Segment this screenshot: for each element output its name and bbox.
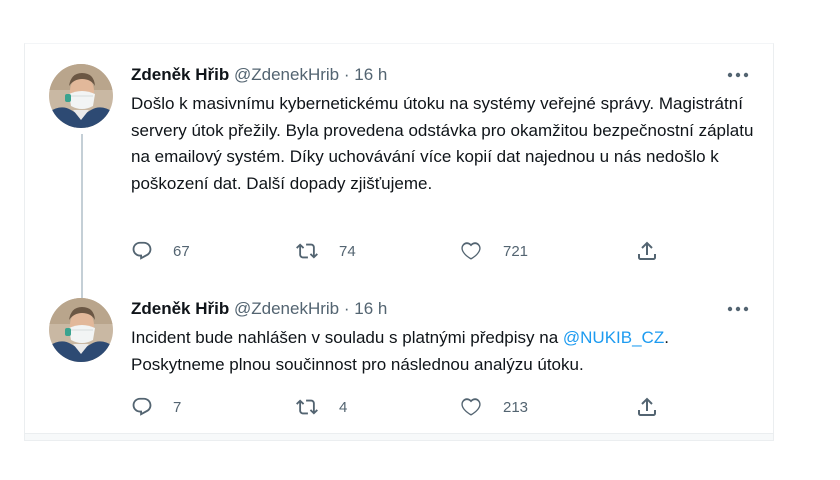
reply-count: 7 — [173, 398, 182, 416]
share-icon — [635, 239, 659, 263]
tweet-thread-card: Zdeněk Hřib @ZdenekHrib · 16 h Došlo k m… — [24, 43, 774, 441]
retweet-icon — [295, 240, 319, 262]
avatar[interactable] — [49, 64, 113, 128]
reply-button[interactable]: 67 — [131, 238, 190, 264]
heart-icon — [459, 240, 483, 262]
mention-link[interactable]: @NUKIB_CZ — [563, 328, 664, 347]
tweet-text: Incident bude nahlášen v souladu s platn… — [131, 325, 761, 378]
like-count: 721 — [503, 242, 529, 260]
retweet-count: 74 — [339, 242, 356, 260]
share-button[interactable] — [635, 238, 659, 264]
retweet-count: 4 — [339, 398, 348, 416]
like-count: 213 — [503, 398, 529, 416]
author-name[interactable]: Zdeněk Hřib — [131, 299, 229, 318]
reply-icon — [131, 396, 153, 418]
more-options-button[interactable] — [727, 64, 749, 86]
meta-separator: · — [343, 65, 350, 84]
author-name[interactable]: Zdeněk Hřib — [131, 65, 229, 84]
tweet-time[interactable]: 16 h — [354, 299, 387, 318]
tweet-text-part: Incident bude nahlášen v souladu s platn… — [131, 328, 563, 347]
like-button[interactable]: 721 — [459, 238, 528, 264]
avatar[interactable] — [49, 298, 113, 362]
reply-count: 67 — [173, 242, 190, 260]
reply-button[interactable]: 7 — [131, 394, 181, 420]
ellipsis-icon — [727, 72, 749, 78]
heart-icon — [459, 396, 483, 418]
tweet-actions: 7 4 213 — [131, 394, 691, 420]
tweet-text: Došlo k masivnímu kybernetickému útoku n… — [131, 94, 754, 193]
meta-separator: · — [343, 299, 350, 318]
author-handle[interactable]: @ZdenekHrib — [234, 299, 339, 318]
retweet-icon — [295, 396, 319, 418]
ellipsis-icon — [727, 306, 749, 312]
retweet-button[interactable]: 4 — [295, 394, 347, 420]
more-options-button[interactable] — [727, 298, 749, 320]
author-handle[interactable]: @ZdenekHrib — [234, 65, 339, 84]
tweet-actions: 67 74 721 — [131, 238, 691, 264]
like-button[interactable]: 213 — [459, 394, 528, 420]
share-icon — [635, 395, 659, 419]
share-button[interactable] — [635, 394, 659, 420]
reply-icon — [131, 240, 153, 262]
retweet-button[interactable]: 74 — [295, 238, 356, 264]
tweet-time[interactable]: 16 h — [354, 65, 387, 84]
card-bottom-divider — [25, 433, 773, 440]
tweet-header: Zdeněk Hřib @ZdenekHrib · 16 h — [131, 298, 387, 320]
tweet-header: Zdeněk Hřib @ZdenekHrib · 16 h — [131, 64, 387, 86]
